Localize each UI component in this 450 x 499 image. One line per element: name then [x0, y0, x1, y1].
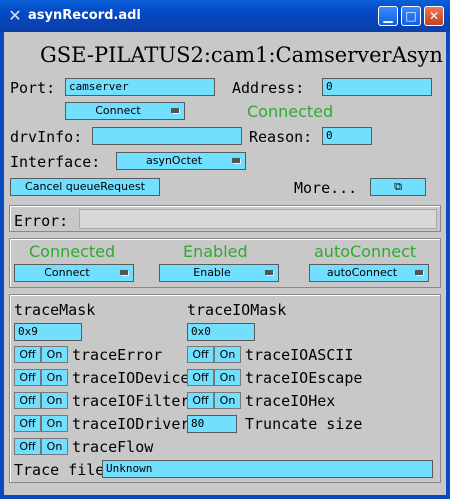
autoconnect-status: autoConnect: [314, 242, 417, 261]
off-option[interactable]: Off: [187, 392, 214, 409]
trace-io-hex-toggle[interactable]: Off On: [187, 392, 241, 409]
on-option[interactable]: On: [41, 438, 68, 455]
enabled-status: Enabled: [183, 242, 248, 261]
drvinfo-label: drvInfo:: [10, 128, 83, 146]
trace-io-mask-field[interactable]: 0x0: [187, 323, 255, 341]
connect-state-menu[interactable]: Connect: [14, 264, 134, 282]
more-menu-button[interactable]: ⧉: [370, 178, 426, 196]
reason-label: Reason:: [249, 128, 313, 146]
trace-error-label: traceError: [72, 346, 163, 364]
more-label: More...: [294, 179, 358, 197]
interface-label: Interface:: [10, 153, 101, 171]
on-option[interactable]: On: [41, 369, 68, 386]
trace-mask-label: traceMask: [14, 301, 96, 319]
trace-io-device-label: traceIODevice: [72, 369, 190, 387]
connect-menu[interactable]: Connect: [65, 102, 185, 120]
autoconnect-menu[interactable]: autoConnect: [309, 264, 429, 282]
enable-menu[interactable]: Enable: [159, 264, 279, 282]
cancel-queue-request-button[interactable]: Cancel queueRequest: [10, 178, 160, 196]
maximize-icon: □: [405, 9, 417, 23]
maximize-button[interactable]: □: [401, 6, 421, 26]
trace-io-escape-label: traceIOEscape: [245, 369, 363, 387]
menu-indicator-icon: [265, 270, 273, 275]
on-option[interactable]: On: [214, 369, 241, 386]
trace-io-driver-toggle[interactable]: Off On: [14, 415, 68, 432]
window-title: asynRecord.adl: [28, 8, 141, 23]
off-option[interactable]: Off: [187, 369, 214, 386]
port-label: Port:: [10, 79, 56, 97]
trace-io-ascii-toggle[interactable]: Off On: [187, 346, 241, 363]
trace-flow-toggle[interactable]: Off On: [14, 438, 68, 455]
trace-io-mask-label: traceIOMask: [187, 301, 287, 319]
address-field[interactable]: 0: [322, 78, 432, 96]
off-option[interactable]: Off: [14, 369, 41, 386]
connect-menu-label: Connect: [95, 104, 141, 117]
on-option[interactable]: On: [41, 392, 68, 409]
reason-field[interactable]: 0: [322, 127, 372, 145]
on-option[interactable]: On: [214, 392, 241, 409]
title-bar[interactable]: ✕ asynRecord.adl ▁ □ ✕: [0, 0, 450, 32]
windows-icon: ⧉: [394, 180, 402, 193]
drvinfo-field[interactable]: [92, 127, 242, 145]
on-option[interactable]: On: [41, 346, 68, 363]
x-icon: ✕: [8, 6, 22, 25]
trace-io-filter-toggle[interactable]: Off On: [14, 392, 68, 409]
close-icon: ✕: [428, 9, 440, 23]
trace-io-driver-label: traceIODriver: [72, 415, 190, 433]
off-option[interactable]: Off: [14, 415, 41, 432]
off-option[interactable]: Off: [14, 346, 41, 363]
minimize-icon: ▁: [383, 9, 393, 23]
trace-io-ascii-label: traceIOASCII: [245, 346, 354, 364]
connected-status: Connected: [29, 242, 116, 261]
off-option[interactable]: Off: [14, 438, 41, 455]
off-option[interactable]: Off: [187, 346, 214, 363]
error-field: [79, 209, 437, 229]
error-label: Error:: [14, 212, 69, 230]
connection-status: Connected: [247, 102, 334, 121]
trace-io-hex-label: traceIOHex: [245, 392, 336, 410]
trace-file-field[interactable]: Unknown: [102, 460, 433, 478]
autoconnect-menu-label: autoConnect: [326, 266, 398, 279]
trace-flow-label: traceFlow: [72, 438, 154, 456]
trace-io-device-toggle[interactable]: Off On: [14, 369, 68, 386]
port-field[interactable]: camserver: [65, 78, 215, 96]
minimize-button[interactable]: ▁: [378, 6, 398, 26]
off-option[interactable]: Off: [14, 392, 41, 409]
trace-io-escape-toggle[interactable]: Off On: [187, 369, 241, 386]
address-label: Address:: [232, 79, 305, 97]
truncate-size-label: Truncate size: [245, 415, 363, 433]
close-button[interactable]: ✕: [424, 6, 444, 26]
interface-menu-label: asynOctet: [145, 154, 203, 167]
menu-indicator-icon: [171, 108, 179, 113]
trace-io-filter-label: traceIOFilter: [72, 392, 190, 410]
menu-indicator-icon: [232, 158, 240, 163]
on-option[interactable]: On: [41, 415, 68, 432]
menu-indicator-icon: [415, 270, 423, 275]
truncate-size-field[interactable]: 80: [187, 415, 237, 433]
menu-indicator-icon: [120, 270, 128, 275]
trace-mask-field[interactable]: 0x9: [14, 323, 82, 341]
trace-file-label: Trace file:: [14, 461, 114, 479]
interface-menu[interactable]: asynOctet: [116, 152, 246, 170]
record-name: GSE-PILATUS2:cam1:CamserverAsyn: [40, 43, 443, 67]
trace-error-toggle[interactable]: Off On: [14, 346, 68, 363]
on-option[interactable]: On: [214, 346, 241, 363]
connect-state-label: Connect: [44, 266, 90, 279]
enable-menu-label: Enable: [193, 266, 231, 279]
